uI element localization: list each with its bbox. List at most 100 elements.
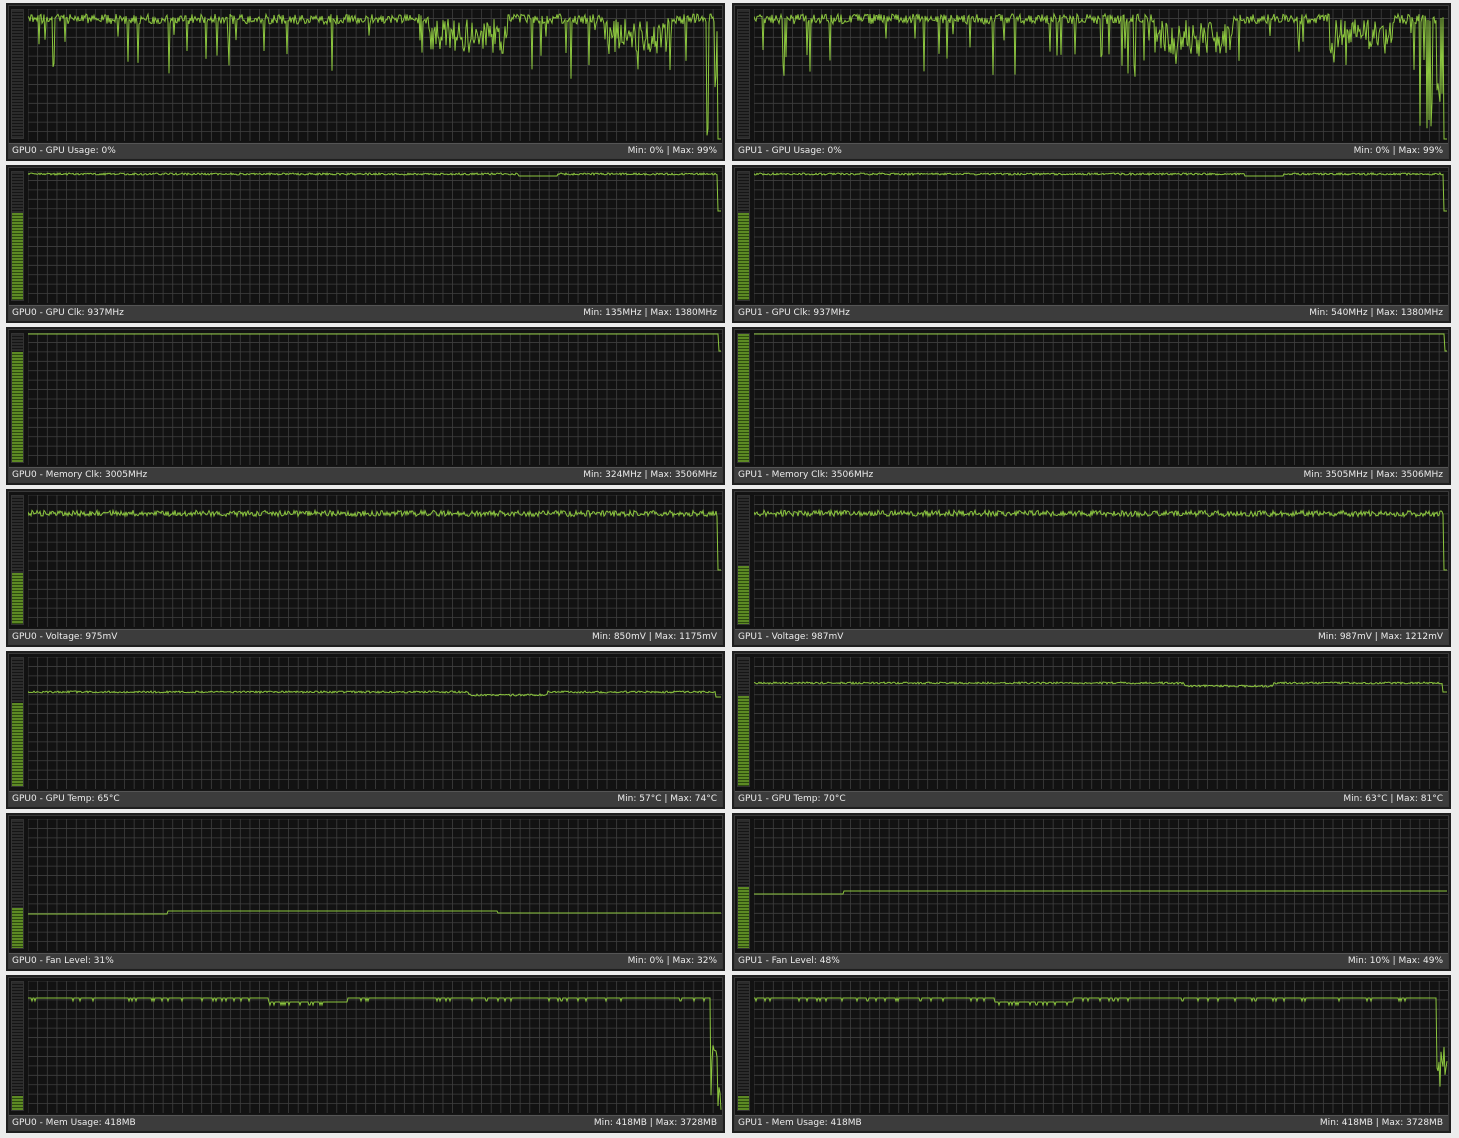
status-label: GPU1 - Memory Clk: 3506MHz bbox=[738, 470, 874, 480]
status-bar: GPU1 - GPU Usage: 0% Min: 0% | Max: 99% bbox=[735, 143, 1448, 158]
graph-area bbox=[735, 6, 1448, 142]
level-meter bbox=[737, 171, 750, 301]
min-max-label: Min: 418MB | Max: 3728MB bbox=[1319, 1118, 1443, 1128]
graph-area bbox=[9, 654, 722, 790]
level-meter bbox=[737, 819, 750, 949]
status-label: GPU1 - GPU Clk: 937MHz bbox=[738, 308, 850, 318]
status-label: GPU0 - Memory Clk: 3005MHz bbox=[12, 470, 148, 480]
status-bar: GPU0 - GPU Temp: 65°C Min: 57°C | Max: 74… bbox=[9, 791, 722, 806]
level-meter bbox=[11, 333, 24, 463]
monitor-panel: GPU0 - GPU Usage: 0% Min: 0% | Max: 99% bbox=[6, 3, 725, 161]
status-bar: GPU0 - Fan Level: 31% Min: 0% | Max: 32% bbox=[9, 953, 722, 968]
min-max-label: Min: 418MB | Max: 3728MB bbox=[593, 1118, 717, 1128]
status-label: GPU0 - GPU Temp: 65°C bbox=[12, 794, 120, 804]
min-max-label: Min: 850mV | Max: 1175mV bbox=[591, 632, 717, 642]
level-meter bbox=[737, 9, 750, 139]
history-graph bbox=[28, 9, 722, 141]
status-bar: GPU0 - Memory Clk: 3005MHz Min: 324MHz | … bbox=[9, 467, 722, 482]
history-graph bbox=[28, 657, 722, 789]
history-graph bbox=[28, 495, 722, 627]
status-bar: GPU1 - Fan Level: 48% Min: 10% | Max: 49% bbox=[735, 953, 1448, 968]
history-graph bbox=[754, 981, 1448, 1113]
level-meter bbox=[737, 657, 750, 787]
min-max-label: Min: 987mV | Max: 1212mV bbox=[1317, 632, 1443, 642]
history-graph bbox=[28, 333, 722, 465]
level-meter-fill bbox=[738, 212, 749, 300]
history-graph bbox=[28, 819, 722, 951]
history-graph bbox=[754, 657, 1448, 789]
status-label: GPU1 - GPU Temp: 70°C bbox=[738, 794, 846, 804]
history-series-line bbox=[754, 996, 1448, 1087]
status-bar: GPU1 - Mem Usage: 418MB Min: 418MB | Max:… bbox=[735, 1115, 1448, 1130]
level-meter bbox=[11, 657, 24, 787]
min-max-label: Min: 540MHz | Max: 1380MHz bbox=[1309, 308, 1443, 318]
min-max-label: Min: 57°C | Max: 74°C bbox=[617, 794, 717, 804]
graph-area bbox=[735, 816, 1448, 952]
history-graph bbox=[28, 171, 722, 303]
status-bar: GPU1 - GPU Clk: 937MHz Min: 540MHz | Max:… bbox=[735, 305, 1448, 320]
status-label: GPU1 - Fan Level: 48% bbox=[738, 956, 840, 966]
level-meter-fill bbox=[12, 351, 23, 462]
level-meter bbox=[737, 333, 750, 463]
min-max-label: Min: 63°C | Max: 81°C bbox=[1343, 794, 1443, 804]
history-graph bbox=[754, 333, 1448, 465]
monitor-panel: GPU1 - GPU Clk: 937MHz Min: 540MHz | Max:… bbox=[732, 165, 1451, 323]
graph-area bbox=[9, 330, 722, 466]
min-max-label: Min: 0% | Max: 32% bbox=[627, 956, 717, 966]
monitor-panel: GPU1 - GPU Usage: 0% Min: 0% | Max: 99% bbox=[732, 3, 1451, 161]
level-meter-fill bbox=[12, 702, 23, 786]
status-bar: GPU1 - Voltage: 987mV Min: 987mV | Max: 1… bbox=[735, 629, 1448, 644]
min-max-label: Min: 10% | Max: 49% bbox=[1347, 956, 1443, 966]
graph-area bbox=[9, 168, 722, 304]
graph-area bbox=[735, 492, 1448, 628]
monitor-panel: GPU0 - Mem Usage: 418MB Min: 418MB | Max:… bbox=[6, 975, 725, 1133]
status-label: GPU0 - Mem Usage: 418MB bbox=[12, 1118, 136, 1128]
level-meter-fill bbox=[12, 908, 23, 948]
graph-area bbox=[735, 330, 1448, 466]
monitor-panel: GPU1 - Voltage: 987mV Min: 987mV | Max: 1… bbox=[732, 489, 1451, 647]
status-label: GPU1 - GPU Usage: 0% bbox=[738, 146, 842, 156]
status-label: GPU1 - Mem Usage: 418MB bbox=[738, 1118, 862, 1128]
level-meter-fill bbox=[738, 1095, 749, 1110]
level-meter-fill bbox=[738, 334, 749, 462]
status-label: GPU0 - Voltage: 975mV bbox=[12, 632, 118, 642]
level-meter bbox=[737, 981, 750, 1111]
history-series-line bbox=[754, 681, 1447, 693]
history-graph bbox=[28, 981, 722, 1113]
level-meter-fill bbox=[738, 566, 749, 624]
history-graph bbox=[754, 819, 1448, 951]
gpu-monitor-grid: GPU0 - GPU Usage: 0% Min: 0% | Max: 99% GP… bbox=[0, 0, 1459, 1138]
graph-area bbox=[735, 978, 1448, 1114]
min-max-label: Min: 3505MHz | Max: 3506MHz bbox=[1303, 470, 1443, 480]
status-bar: GPU0 - Mem Usage: 418MB Min: 418MB | Max:… bbox=[9, 1115, 722, 1130]
monitor-panel: GPU0 - GPU Temp: 65°C Min: 57°C | Max: 74… bbox=[6, 651, 725, 809]
status-bar: GPU1 - GPU Temp: 70°C Min: 63°C | Max: 81… bbox=[735, 791, 1448, 806]
level-meter-fill bbox=[12, 212, 23, 300]
history-series-line bbox=[754, 12, 1447, 140]
status-label: GPU0 - Fan Level: 31% bbox=[12, 956, 114, 966]
level-meter bbox=[11, 9, 24, 139]
level-meter bbox=[11, 171, 24, 301]
level-meter bbox=[11, 981, 24, 1111]
min-max-label: Min: 0% | Max: 99% bbox=[627, 146, 717, 156]
history-graph bbox=[754, 495, 1448, 627]
level-meter-fill bbox=[12, 1095, 23, 1110]
history-graph bbox=[754, 9, 1448, 141]
monitor-panel: GPU0 - Voltage: 975mV Min: 850mV | Max: 1… bbox=[6, 489, 725, 647]
monitor-panel: GPU0 - GPU Clk: 937MHz Min: 135MHz | Max:… bbox=[6, 165, 725, 323]
graph-area bbox=[9, 6, 722, 142]
graph-area bbox=[735, 168, 1448, 304]
min-max-label: Min: 324MHz | Max: 3506MHz bbox=[583, 470, 717, 480]
monitor-panel: GPU0 - Memory Clk: 3005MHz Min: 324MHz | … bbox=[6, 327, 725, 485]
level-meter bbox=[11, 819, 24, 949]
status-bar: GPU0 - Voltage: 975mV Min: 850mV | Max: 1… bbox=[9, 629, 722, 644]
level-meter-fill bbox=[738, 696, 749, 786]
graph-area bbox=[9, 492, 722, 628]
level-meter-fill bbox=[738, 886, 749, 948]
history-graph bbox=[754, 171, 1448, 303]
min-max-label: Min: 135MHz | Max: 1380MHz bbox=[583, 308, 717, 318]
graph-area bbox=[9, 978, 722, 1114]
monitor-panel: GPU1 - Fan Level: 48% Min: 10% | Max: 49% bbox=[732, 813, 1451, 971]
status-label: GPU1 - Voltage: 987mV bbox=[738, 632, 844, 642]
level-meter bbox=[11, 495, 24, 625]
